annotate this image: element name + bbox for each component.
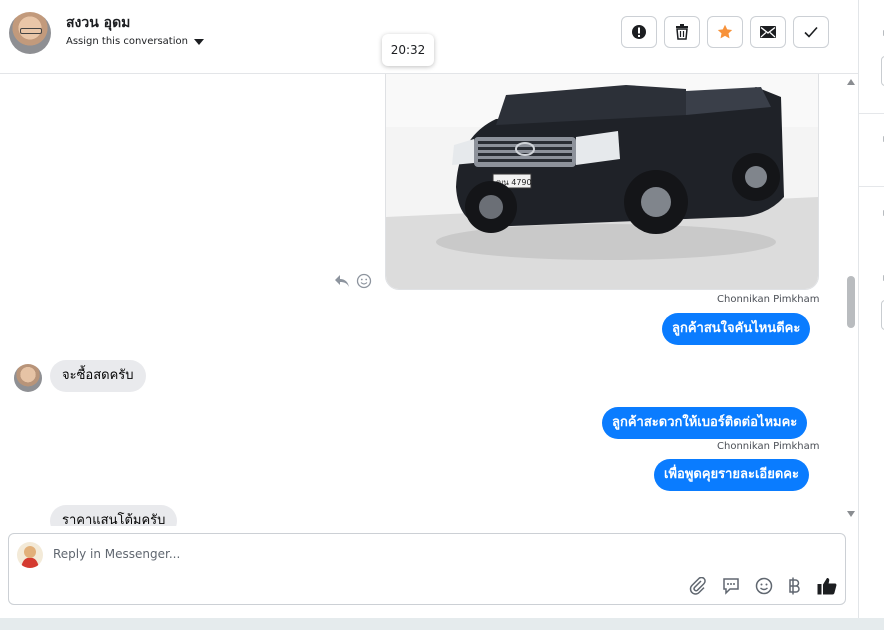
scrollbar-thumb[interactable] xyxy=(847,276,855,328)
scroll-down-icon[interactable] xyxy=(846,510,856,518)
star-icon xyxy=(717,24,733,39)
send-like-button[interactable] xyxy=(817,576,837,596)
baht-icon xyxy=(789,577,800,595)
contact-name[interactable]: สงวน อุดม xyxy=(66,12,130,34)
sender-name: Chonnikan Pimkham xyxy=(717,441,820,452)
exclamation-icon xyxy=(632,25,646,39)
emoji-icon xyxy=(755,577,773,595)
message-incoming[interactable]: จะซื้อสดครับ xyxy=(50,360,146,392)
star-button[interactable] xyxy=(707,16,743,48)
envelope-icon xyxy=(760,26,776,38)
reply-icon[interactable] xyxy=(334,274,350,288)
emoji-button[interactable] xyxy=(754,576,774,596)
message-outgoing[interactable]: ลูกค้าสะดวกให้เบอร์ติดต่อไหมคะ xyxy=(602,407,808,439)
message-image-truck[interactable]: ฒน 4790 xyxy=(385,74,819,290)
mark-spam-button[interactable] xyxy=(621,16,657,48)
mark-done-button[interactable] xyxy=(793,16,829,48)
assign-label: Assign this conversation xyxy=(66,36,188,47)
delete-button[interactable] xyxy=(664,16,700,48)
paperclip-icon xyxy=(689,577,706,595)
reply-input[interactable]: Reply in Messenger... xyxy=(53,547,180,561)
sender-name: Chonnikan Pimkham xyxy=(717,294,820,305)
timestamp-tooltip: 20:32 xyxy=(382,34,434,66)
contact-avatar-small xyxy=(14,364,42,392)
mark-unread-button[interactable] xyxy=(750,16,786,48)
trash-icon xyxy=(676,24,688,40)
saved-reply-icon xyxy=(723,578,739,595)
message-incoming[interactable]: ราคาแสนโต้มครับ xyxy=(50,505,178,526)
bottom-bar xyxy=(0,618,884,630)
truck-photo: ฒน 4790 xyxy=(386,74,818,289)
emoji-reaction-icon[interactable] xyxy=(356,273,372,289)
thread-scrollbar[interactable] xyxy=(845,74,858,526)
assign-conversation-dropdown[interactable]: Assign this conversation xyxy=(66,36,204,47)
message-actions xyxy=(334,273,372,289)
page-avatar xyxy=(17,542,43,568)
message-outgoing[interactable]: เพื่อพูดคุยรายละเอียดคะ xyxy=(654,459,809,491)
scroll-up-icon[interactable] xyxy=(846,78,856,86)
attach-button[interactable] xyxy=(688,576,708,596)
contact-avatar[interactable] xyxy=(9,12,51,54)
reply-composer[interactable]: Reply in Messenger... xyxy=(8,533,846,605)
message-outgoing[interactable]: ลูกค้าสนใจคันไหนดีคะ xyxy=(662,313,811,345)
check-icon xyxy=(804,26,818,38)
thumbs-up-icon xyxy=(817,578,837,595)
payment-button[interactable] xyxy=(785,576,805,596)
caret-down-icon xyxy=(193,38,204,45)
saved-reply-button[interactable] xyxy=(721,576,741,596)
right-side-panel xyxy=(858,0,884,618)
conversation-panel: สงวน อุดม Assign this conversation ฒน 47… xyxy=(0,0,858,618)
message-thread[interactable]: ฒน 4790 Chonnikan Pimkham ลูกค้าสนใจคันไ… xyxy=(0,74,845,526)
